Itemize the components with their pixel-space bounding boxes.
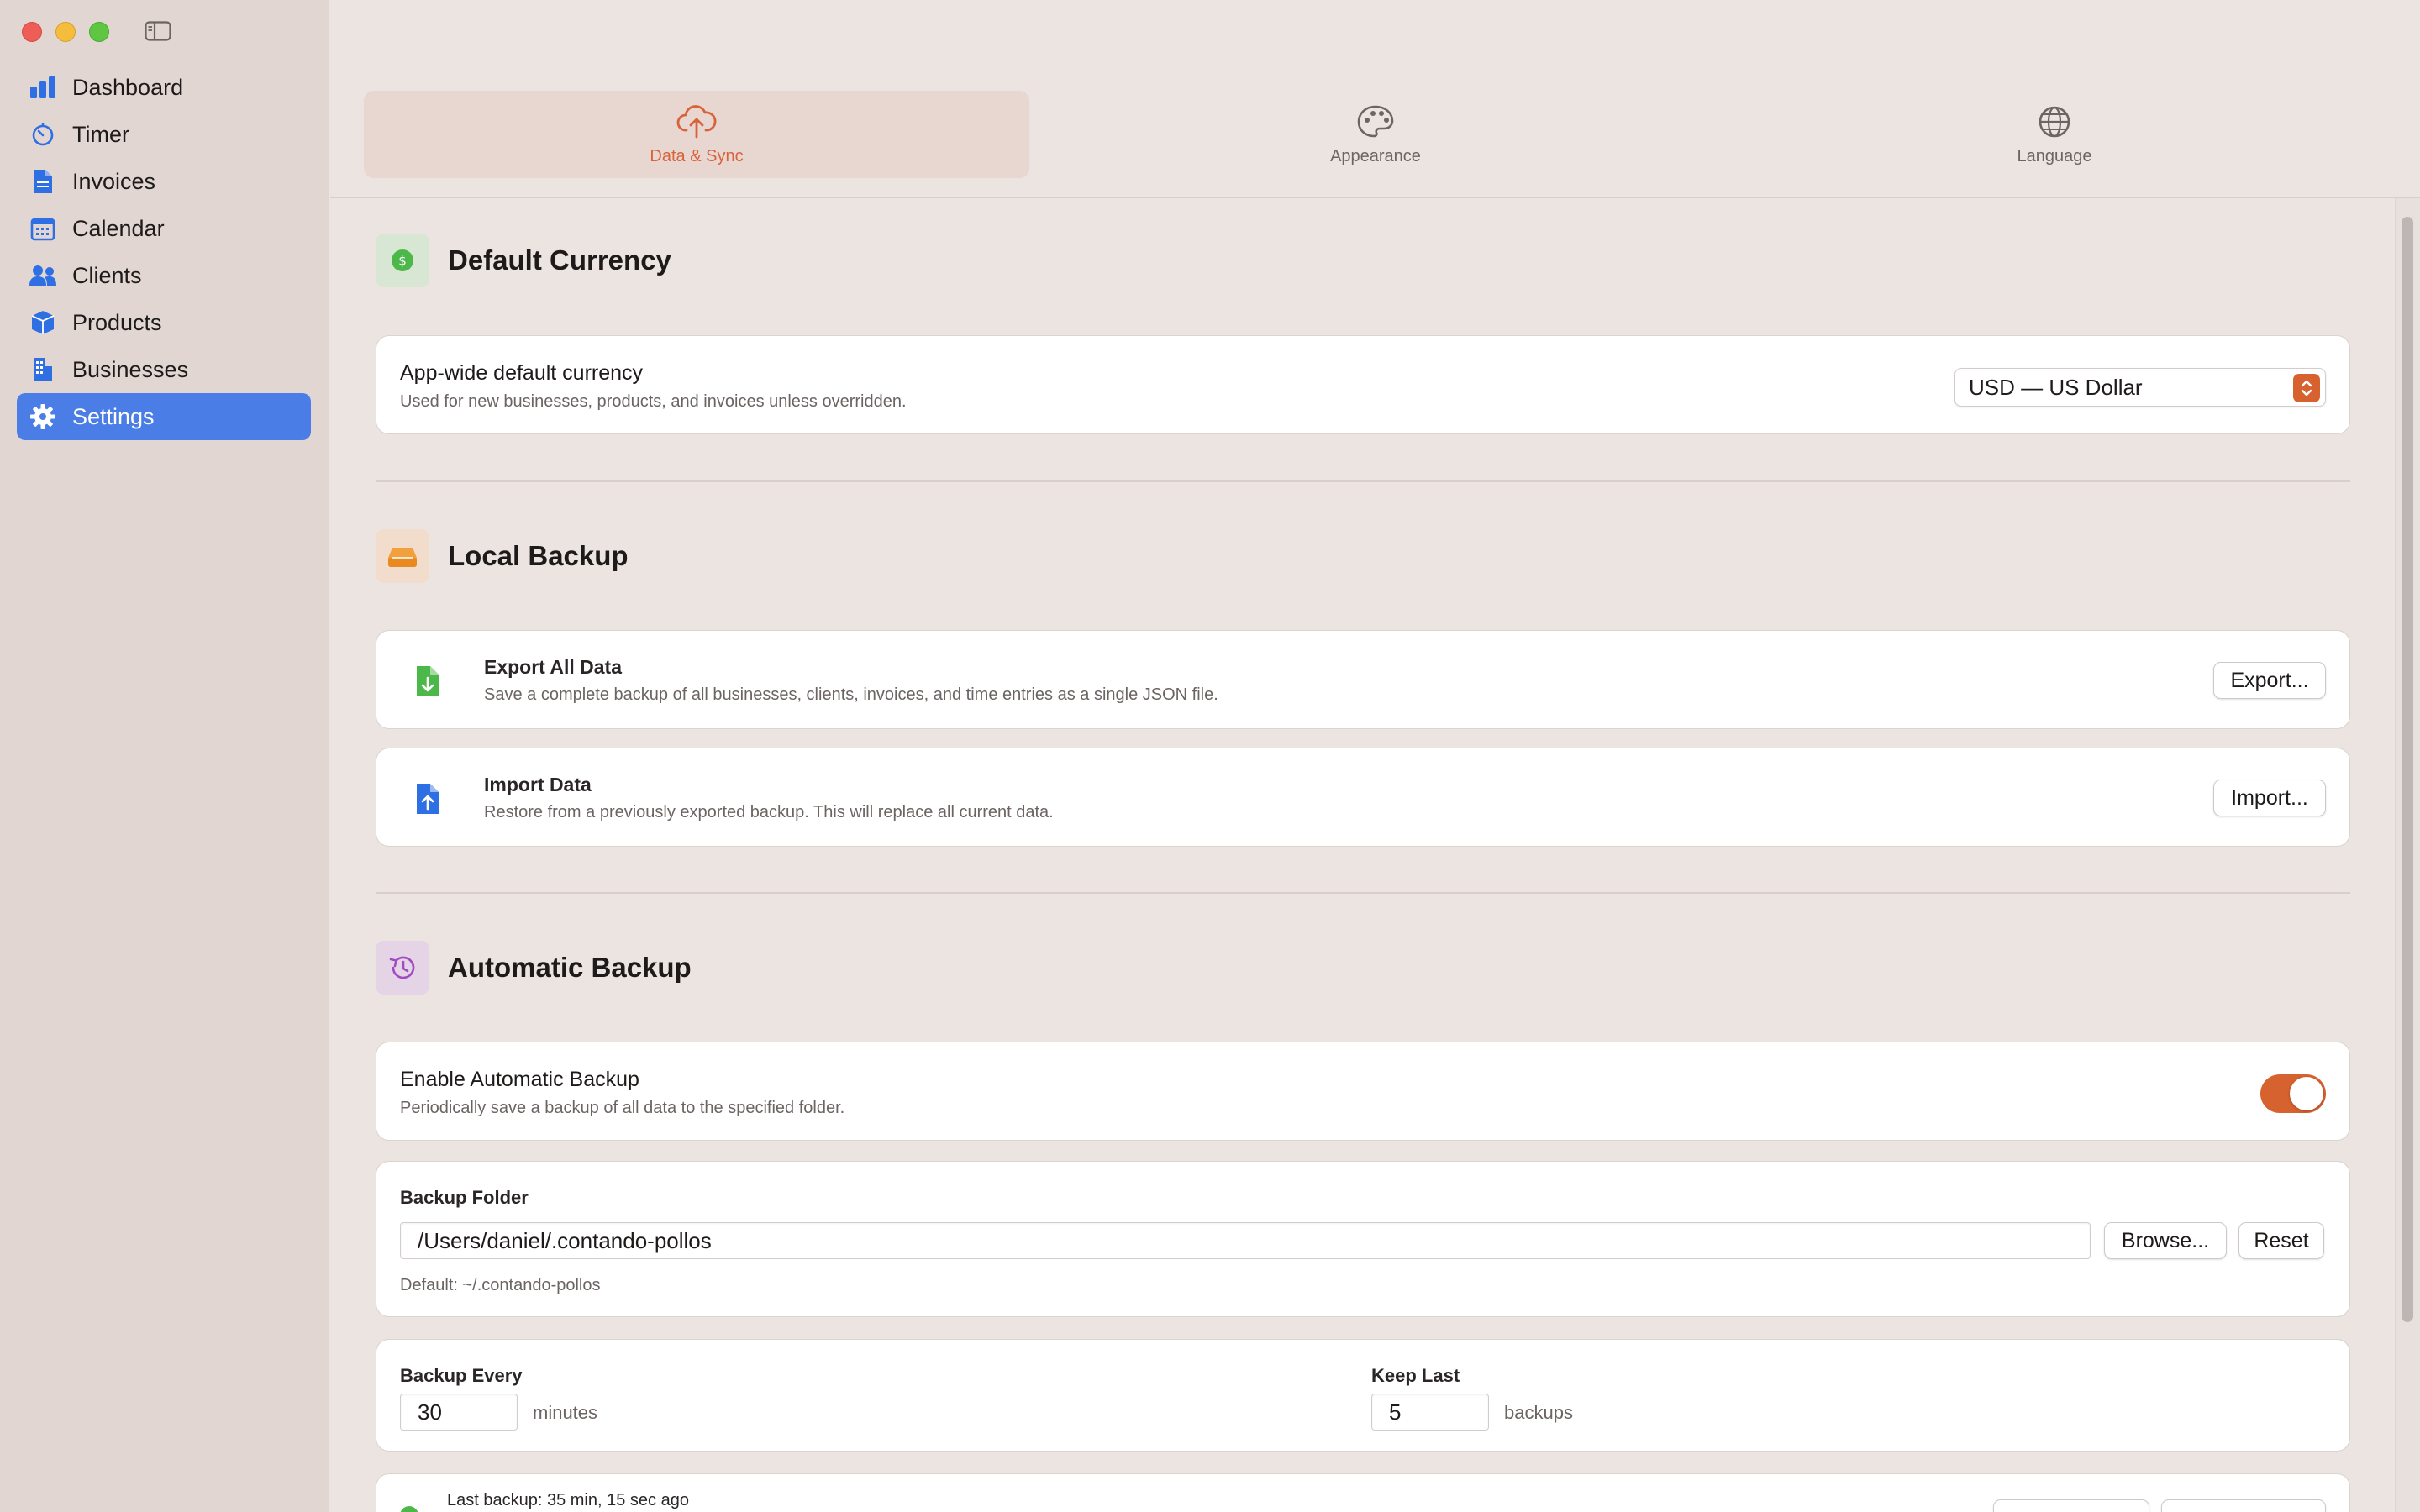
tab-data-sync[interactable]: Data & Sync — [364, 91, 1029, 178]
last-backup-text: Last backup: 35 min, 15 sec ago — [447, 1491, 689, 1509]
calendar-icon — [29, 214, 57, 243]
backup-folder-field[interactable]: /Users/daniel/.contando-pollos — [400, 1222, 2091, 1259]
chevron-updown-icon — [2293, 374, 2320, 402]
open-folder-button[interactable] — [1993, 1499, 2149, 1512]
currency-select[interactable]: USD — US Dollar — [1954, 368, 2326, 407]
settings-content: $ Default Currency App-wide default curr… — [376, 198, 2350, 1512]
backup-every-field[interactable]: 30 — [400, 1394, 518, 1431]
tab-label: Data & Sync — [650, 146, 744, 165]
close-window-button[interactable] — [22, 22, 42, 42]
backup-folder-card: Backup Folder /Users/daniel/.contando-po… — [376, 1161, 2350, 1317]
import-subtitle: Restore from a previously exported backu… — [484, 803, 1054, 822]
sidebar-item-invoices[interactable]: Invoices — [17, 158, 311, 205]
tab-label: Appearance — [1330, 146, 1421, 165]
auto-backup-section-icon — [376, 941, 429, 995]
enable-backup-title: Enable Automatic Backup — [400, 1068, 639, 1091]
section-divider — [376, 892, 2350, 894]
export-title: Export All Data — [484, 656, 623, 678]
sidebar-item-timer[interactable]: Timer — [17, 111, 311, 158]
section-automatic-backup: Automatic Backup — [376, 941, 692, 995]
sidebar-item-dashboard[interactable]: Dashboard — [17, 64, 311, 111]
sidebar-item-businesses[interactable]: Businesses — [17, 346, 311, 393]
clock-history-icon — [389, 956, 415, 979]
zoom-window-button[interactable] — [89, 22, 109, 42]
drive-icon — [388, 548, 417, 567]
keep-last-unit: backups — [1504, 1402, 1573, 1423]
people-icon — [29, 261, 57, 290]
palette-icon — [1357, 105, 1394, 137]
tab-label: Language — [2017, 146, 2092, 165]
sidebar-item-label: Clients — [72, 262, 142, 288]
sidebar-item-label: Products — [72, 309, 162, 335]
last-backup-card: Last backup: 35 min, 15 sec ago — [376, 1473, 2350, 1512]
currency-select-value: USD — US Dollar — [1969, 374, 2143, 400]
window-controls — [22, 22, 109, 42]
sidebar-item-label: Dashboard — [72, 74, 184, 100]
backup-folder-default: Default: ~/.contando-pollos — [400, 1276, 601, 1294]
document-icon — [29, 167, 57, 196]
vertical-scrollbar[interactable] — [2402, 217, 2413, 1322]
sidebar-item-products[interactable]: Products — [17, 299, 311, 346]
dollar-circle-icon: $ — [392, 249, 413, 271]
enable-backup-toggle[interactable] — [2260, 1074, 2326, 1113]
reset-button[interactable]: Reset — [2238, 1222, 2324, 1259]
local-backup-section-icon — [376, 529, 429, 583]
timer-icon — [29, 120, 57, 149]
export-subtitle: Save a complete backup of all businesses… — [484, 685, 1218, 704]
section-local-backup: Local Backup — [376, 529, 629, 583]
sidebar-item-label: Businesses — [72, 356, 189, 382]
enable-backup-subtitle: Periodically save a backup of all data t… — [400, 1099, 845, 1117]
keep-last-field[interactable]: 5 — [1371, 1394, 1489, 1431]
sidebar-item-label: Invoices — [72, 168, 156, 194]
section-title: Automatic Backup — [448, 952, 692, 983]
currency-row-subtitle: Used for new businesses, products, and i… — [400, 392, 907, 411]
building-icon — [29, 355, 57, 384]
currency-row-title: App-wide default currency — [400, 361, 644, 385]
backup-every-label: Backup Every — [400, 1365, 523, 1386]
sidebar-item-settings[interactable]: Settings — [17, 393, 311, 440]
chart-bar-icon — [29, 73, 57, 102]
minimize-window-button[interactable] — [55, 22, 76, 42]
sidebar-item-calendar[interactable]: Calendar — [17, 205, 311, 252]
import-card: Import Data Restore from a previously ex… — [376, 748, 2350, 847]
sidebar-item-label: Calendar — [72, 215, 165, 241]
settings-tabbar: Data & Sync Appearance Language — [330, 0, 2420, 198]
gear-icon — [29, 402, 57, 431]
currency-card: App-wide default currency Used for new b… — [376, 335, 2350, 434]
tab-appearance[interactable]: Appearance — [1043, 91, 1708, 178]
sidebar-item-label: Timer — [72, 121, 129, 147]
backup-folder-label: Backup Folder — [400, 1187, 529, 1208]
backup-schedule-card: Backup Every 30 minutes Keep Last 5 back… — [376, 1339, 2350, 1452]
currency-section-icon: $ — [376, 234, 429, 287]
browse-button[interactable]: Browse... — [2104, 1222, 2227, 1259]
section-default-currency: $ Default Currency — [376, 234, 671, 287]
keep-last-label: Keep Last — [1371, 1365, 1460, 1386]
sidebar: Dashboard Timer Invoices Calendar Client… — [0, 0, 329, 1512]
export-card: Export All Data Save a complete backup o… — [376, 630, 2350, 729]
import-title: Import Data — [484, 774, 592, 795]
export-button[interactable]: Export... — [2213, 662, 2326, 699]
backup-every-unit: minutes — [533, 1402, 598, 1423]
sidebar-item-label: Settings — [72, 403, 155, 429]
cube-icon — [29, 308, 57, 337]
toggle-knob — [2290, 1077, 2323, 1110]
sidebar-nav: Dashboard Timer Invoices Calendar Client… — [17, 64, 311, 440]
globe-icon — [2039, 106, 2070, 137]
enable-backup-card: Enable Automatic Backup Periodically sav… — [376, 1042, 2350, 1141]
backup-now-button[interactable] — [2161, 1499, 2326, 1512]
sidebar-item-clients[interactable]: Clients — [17, 252, 311, 299]
status-dot-icon — [400, 1506, 418, 1512]
section-title: Default Currency — [448, 244, 671, 276]
sidebar-toggle-icon[interactable] — [145, 21, 171, 41]
main-area: Data & Sync Appearance Language $ Defaul… — [330, 0, 2420, 1512]
svg-text:$: $ — [398, 254, 407, 269]
tab-language[interactable]: Language — [1722, 91, 2387, 178]
section-title: Local Backup — [448, 540, 629, 571]
import-button[interactable]: Import... — [2213, 780, 2326, 816]
document-upload-icon — [417, 784, 439, 814]
section-divider — [376, 480, 2350, 482]
cloud-upload-icon — [676, 104, 717, 138]
document-download-icon — [417, 666, 439, 696]
